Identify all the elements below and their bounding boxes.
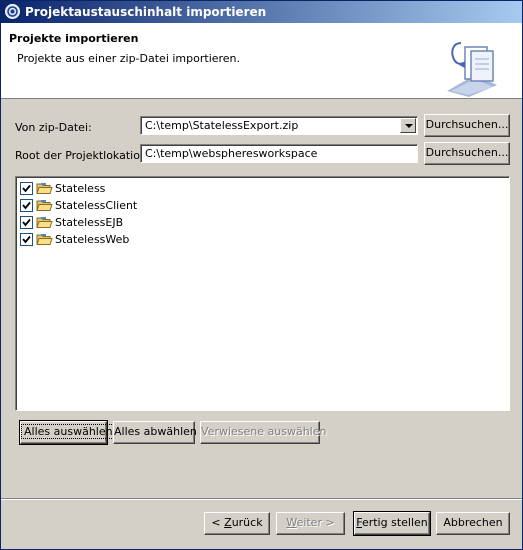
checkmark-icon — [22, 201, 31, 210]
cancel-button[interactable]: Abbrechen — [436, 512, 510, 535]
page-description: Projekte aus einer zip-Datei importieren… — [17, 52, 241, 65]
window-title: Projektaustauschinhalt importieren — [25, 5, 267, 19]
select-all-button[interactable]: Alles auswählen — [19, 420, 116, 445]
project-list[interactable]: Stateless StatelessClient StatelessEJB S… — [15, 176, 510, 411]
project-name: StatelessWeb — [55, 233, 130, 246]
checkmark-icon — [22, 184, 31, 193]
zip-file-combobox[interactable]: C:\temp\StatelessExport.zip — [140, 116, 418, 135]
checkbox[interactable] — [20, 233, 33, 246]
deselect-all-button[interactable]: Alles abwählen — [113, 421, 197, 444]
eclipse-app-icon — [5, 4, 20, 19]
import-wizard-icon — [447, 42, 497, 97]
footer-separator — [1, 498, 522, 500]
select-referenced-button[interactable]: Verwiesene auswählen — [200, 421, 326, 444]
checkmark-icon — [22, 218, 31, 227]
root-location-input[interactable]: C:\temp\webspheresworkspace — [140, 144, 418, 163]
wizard-banner: Projekte importieren Projekte aus einer … — [1, 23, 522, 99]
checkbox[interactable] — [20, 199, 33, 212]
project-name: Stateless — [55, 182, 106, 195]
root-location-label: Root der Projektlokation: — [15, 149, 151, 162]
checkbox[interactable] — [20, 216, 33, 229]
root-location-value: C:\temp\webspheresworkspace — [145, 147, 318, 160]
chevron-down-icon[interactable] — [400, 118, 416, 133]
open-folder-icon — [36, 200, 53, 211]
finish-button[interactable]: Fertig stellen — [353, 511, 431, 536]
open-folder-icon — [36, 234, 53, 245]
page-title: Projekte importieren — [9, 32, 139, 45]
title-bar[interactable]: Projektaustauschinhalt importieren — [1, 1, 522, 23]
browse-root-button[interactable]: Durchsuchen... — [424, 142, 510, 165]
checkmark-icon — [22, 235, 31, 244]
project-name: StatelessClient — [55, 199, 138, 212]
next-button[interactable]: Weiter > — [276, 512, 345, 535]
checkbox[interactable] — [20, 182, 33, 195]
open-folder-icon — [36, 217, 53, 228]
open-folder-icon — [36, 183, 53, 194]
zip-file-label: Von zip-Datei: — [15, 121, 92, 134]
zip-file-value: C:\temp\StatelessExport.zip — [145, 119, 299, 132]
import-dialog: Projektaustauschinhalt importieren Proje… — [0, 0, 523, 550]
project-name: StatelessEJB — [55, 216, 124, 229]
browse-zip-button[interactable]: Durchsuchen... — [424, 114, 510, 137]
back-button[interactable]: < Zurück — [204, 512, 270, 535]
